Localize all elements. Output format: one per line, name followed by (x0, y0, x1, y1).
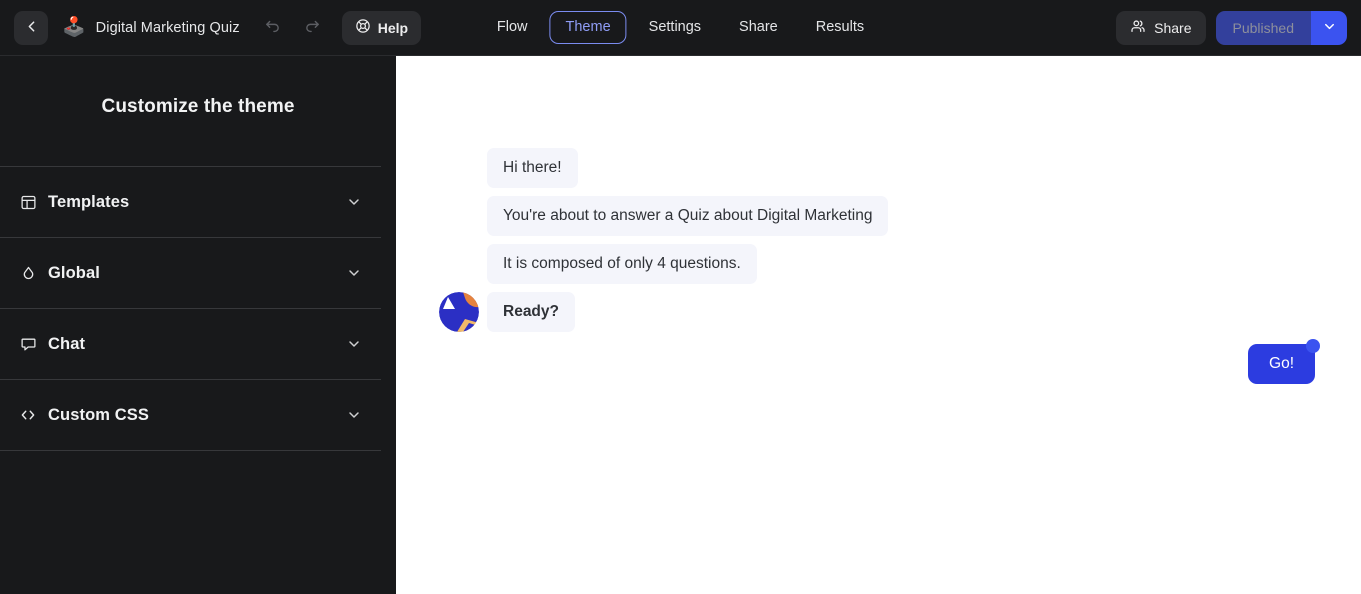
chat-bubble: Ready? (487, 292, 575, 332)
sidebar-section-chat[interactable]: Chat (0, 309, 381, 379)
published-status-button[interactable]: Published (1216, 11, 1312, 45)
sidebar-section-global[interactable]: Global (0, 238, 381, 308)
chevron-down-icon[interactable] (346, 407, 362, 423)
chat-message-list: Hi there! You're about to answer a Quiz … (396, 56, 1361, 332)
cta-badge-dot-icon (1306, 339, 1320, 353)
theme-accordion: Templates Global (0, 166, 396, 451)
avatar-slot-empty (439, 244, 479, 284)
sidebar-section-label: Chat (48, 335, 85, 354)
code-brackets-icon (18, 405, 38, 425)
avatar-slot (439, 292, 479, 332)
bot-avatar (439, 292, 479, 332)
header-left-group: 🕹️ Digital Marketing Quiz (14, 11, 421, 45)
chat-message: It is composed of only 4 questions. (439, 244, 757, 284)
sidebar-section-templates[interactable]: Templates (0, 167, 381, 237)
redo-icon (304, 18, 321, 38)
publish-button-group: Published (1216, 11, 1348, 45)
project-emoji-icon: 🕹️ (62, 18, 86, 37)
sidebar-section-label: Global (48, 264, 100, 283)
message-square-icon (18, 334, 38, 354)
chevron-down-icon[interactable] (346, 336, 362, 352)
main-nav-tabs: Flow Theme Settings Share Results (481, 11, 880, 44)
help-button[interactable]: Help (342, 11, 421, 45)
chat-message: Ready? (439, 292, 575, 332)
avatar-slot-empty (439, 196, 479, 236)
tab-theme[interactable]: Theme (550, 11, 627, 44)
chat-message: You're about to answer a Quiz about Digi… (439, 196, 888, 236)
app-header: 🕹️ Digital Marketing Quiz (0, 0, 1361, 56)
back-button[interactable] (14, 11, 48, 45)
tab-results[interactable]: Results (800, 11, 880, 44)
chevron-down-icon (1322, 19, 1337, 37)
share-button[interactable]: Share (1116, 11, 1205, 45)
chevron-left-icon (23, 18, 40, 38)
theme-preview-pane: Hi there! You're about to answer a Quiz … (396, 56, 1361, 594)
project-title: Digital Marketing Quiz (96, 20, 240, 36)
chat-message: Hi there! (439, 148, 578, 188)
chevron-down-icon[interactable] (346, 194, 362, 210)
divider (0, 450, 381, 451)
droplet-icon (18, 263, 38, 283)
chat-bubble: You're about to answer a Quiz about Digi… (487, 196, 888, 236)
header-right-group: Share Published (1116, 11, 1347, 45)
app-root: 🕹️ Digital Marketing Quiz (0, 0, 1361, 594)
tab-share[interactable]: Share (723, 11, 794, 44)
cta-button-wrapper: Go! (1248, 344, 1315, 384)
tab-flow[interactable]: Flow (481, 11, 544, 44)
avatar-slot-empty (439, 148, 479, 188)
lifebuoy-icon (355, 18, 371, 37)
redo-button[interactable] (296, 11, 330, 45)
sidebar-section-label: Custom CSS (48, 406, 149, 425)
share-button-label: Share (1154, 20, 1191, 36)
users-icon (1130, 18, 1146, 37)
tab-settings[interactable]: Settings (633, 11, 717, 44)
sidebar-section-label: Templates (48, 193, 129, 212)
undo-icon (264, 18, 281, 38)
sidebar-section-custom-css[interactable]: Custom CSS (0, 380, 381, 450)
help-button-label: Help (378, 20, 408, 36)
undo-button[interactable] (256, 11, 290, 45)
publish-dropdown-button[interactable] (1311, 11, 1347, 45)
sidebar-title: Customize the theme (0, 56, 396, 166)
theme-sidebar: Customize the theme Templates (0, 56, 396, 594)
chat-bubble: Hi there! (487, 148, 578, 188)
layout-grid-icon (18, 192, 38, 212)
chat-bubble: It is composed of only 4 questions. (487, 244, 757, 284)
body-row: Customize the theme Templates (0, 56, 1361, 594)
chevron-down-icon[interactable] (346, 265, 362, 281)
go-button[interactable]: Go! (1248, 344, 1315, 384)
